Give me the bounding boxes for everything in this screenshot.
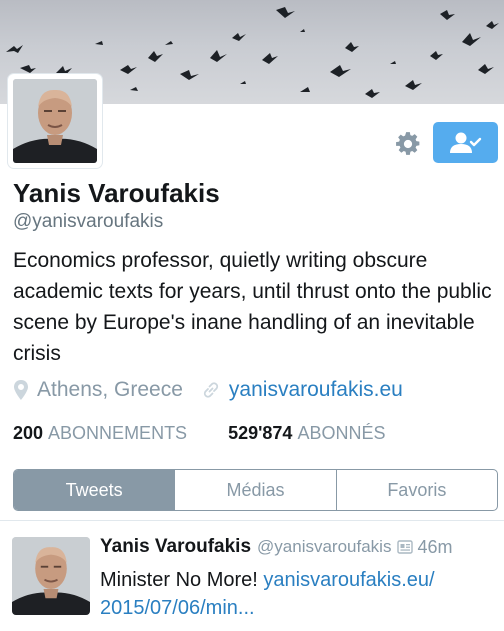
profile-avatar-frame[interactable]: [8, 74, 102, 168]
profile-avatar[interactable]: [13, 79, 97, 163]
tweet-avatar-photo: [12, 537, 90, 615]
tab-favoris[interactable]: Favoris: [335, 470, 497, 510]
followers-label: ABONNÉS: [297, 423, 386, 443]
profile-name: Yanis Varoufakis: [13, 178, 220, 208]
profile-handle: @yanisvaroufakis: [13, 211, 164, 232]
user-check-icon: [449, 132, 481, 153]
following-stat[interactable]: 200 ABONNEMENTS: [13, 423, 187, 444]
following-button[interactable]: [433, 122, 498, 163]
avatar-photo: [13, 79, 97, 163]
tweet-text-body: Minister No More!: [100, 569, 264, 591]
tweet-timestamp[interactable]: 46m: [417, 537, 452, 558]
divider: [0, 520, 504, 521]
profile-location: Athens, Greece: [37, 378, 183, 401]
profile-bio: Economics professor, quietly writing obs…: [13, 249, 492, 365]
followers-count: 529'874: [228, 423, 293, 443]
following-count: 200: [13, 423, 44, 443]
tweet-author-handle[interactable]: @yanisvaroufakis: [257, 537, 391, 557]
tweet-text[interactable]: Minister No More! yanisvaroufakis.eu/ 20…: [100, 566, 495, 622]
tweet-avatar[interactable]: [12, 537, 90, 615]
tab-tweets[interactable]: Tweets: [14, 470, 175, 510]
gear-icon: [396, 132, 420, 155]
profile-meta: Athens, Greece yanisvaroufakis.eu: [13, 376, 403, 404]
followers-stat[interactable]: 529'874 ABONNÉS: [228, 423, 385, 444]
summary-card-icon: [397, 539, 414, 555]
location-pin-icon: [14, 380, 28, 400]
link-icon: [201, 380, 221, 400]
tweet-author-name[interactable]: Yanis Varoufakis: [100, 536, 251, 558]
profile-website-link[interactable]: yanisvaroufakis.eu: [229, 378, 403, 402]
following-label: ABONNEMENTS: [48, 423, 188, 443]
settings-button[interactable]: [390, 126, 426, 162]
profile-stats: 200 ABONNEMENTS 529'874 ABONNÉS: [13, 423, 385, 444]
tweet-header: Yanis Varoufakis @yanisvaroufakis 46m: [100, 536, 500, 558]
profile-tabs: Tweets Médias Favoris: [13, 469, 498, 511]
tab-medias[interactable]: Médias: [174, 470, 335, 510]
